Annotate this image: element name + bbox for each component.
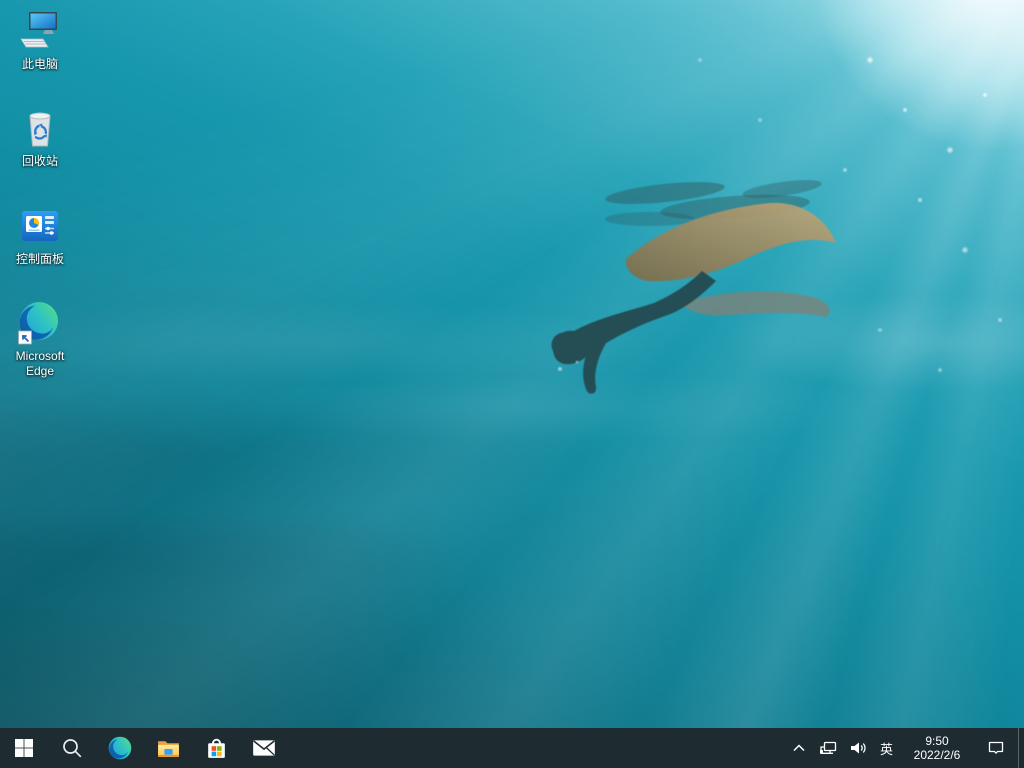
system-tray: 英 9:50 2022/2/6 [785, 728, 1024, 768]
diver-body [552, 271, 717, 394]
network-icon [818, 738, 838, 758]
edge-icon [107, 735, 133, 761]
icon-label: 控制面板 [16, 252, 64, 267]
clock[interactable]: 9:50 2022/2/6 [900, 728, 974, 768]
desktop-surface[interactable]: 此电脑 回收站 [0, 0, 1024, 728]
control-panel-icon [18, 204, 62, 248]
wallpaper-diver [530, 165, 860, 415]
ime-indicator[interactable]: 英 [873, 728, 900, 768]
edge-icon [17, 300, 63, 346]
desktop-icon-control-panel[interactable]: 控制面板 [2, 203, 78, 267]
action-center-button[interactable] [974, 728, 1018, 768]
mail-button[interactable] [240, 728, 288, 768]
desktop-icon-microsoft-edge[interactable]: Microsoft Edge [2, 300, 78, 379]
network-button[interactable] [813, 728, 843, 768]
this-pc-icon [18, 9, 62, 53]
fin-gray [680, 291, 830, 317]
volume-button[interactable] [843, 728, 873, 768]
icon-label: Microsoft Edge [3, 349, 77, 379]
clock-time: 9:50 [925, 734, 948, 748]
desktop-icon-this-pc[interactable]: 此电脑 [2, 8, 78, 72]
search-icon [61, 737, 83, 759]
start-button[interactable] [0, 728, 48, 768]
file-explorer-button[interactable] [144, 728, 192, 768]
store-icon [204, 736, 229, 761]
search-button[interactable] [48, 728, 96, 768]
show-hidden-icons-button[interactable] [785, 728, 813, 768]
chevron-up-icon [790, 739, 808, 757]
show-desktop-button[interactable] [1018, 728, 1024, 768]
icon-label: 此电脑 [22, 57, 58, 72]
action-center-icon [986, 738, 1006, 758]
volume-icon [848, 738, 868, 758]
water-sparkles [0, 0, 1024, 728]
screen: 此电脑 回收站 [0, 0, 1024, 768]
icon-label: 回收站 [22, 154, 58, 169]
mail-icon [251, 735, 277, 761]
file-explorer-icon [156, 736, 181, 761]
recycle-bin-icon [18, 106, 62, 150]
taskbar: 英 9:50 2022/2/6 [0, 728, 1024, 768]
clock-date: 2022/2/6 [914, 748, 961, 762]
start-icon [14, 738, 34, 758]
edge-taskbar-button[interactable] [96, 728, 144, 768]
store-button[interactable] [192, 728, 240, 768]
desktop-icon-recycle-bin[interactable]: 回收站 [2, 105, 78, 169]
